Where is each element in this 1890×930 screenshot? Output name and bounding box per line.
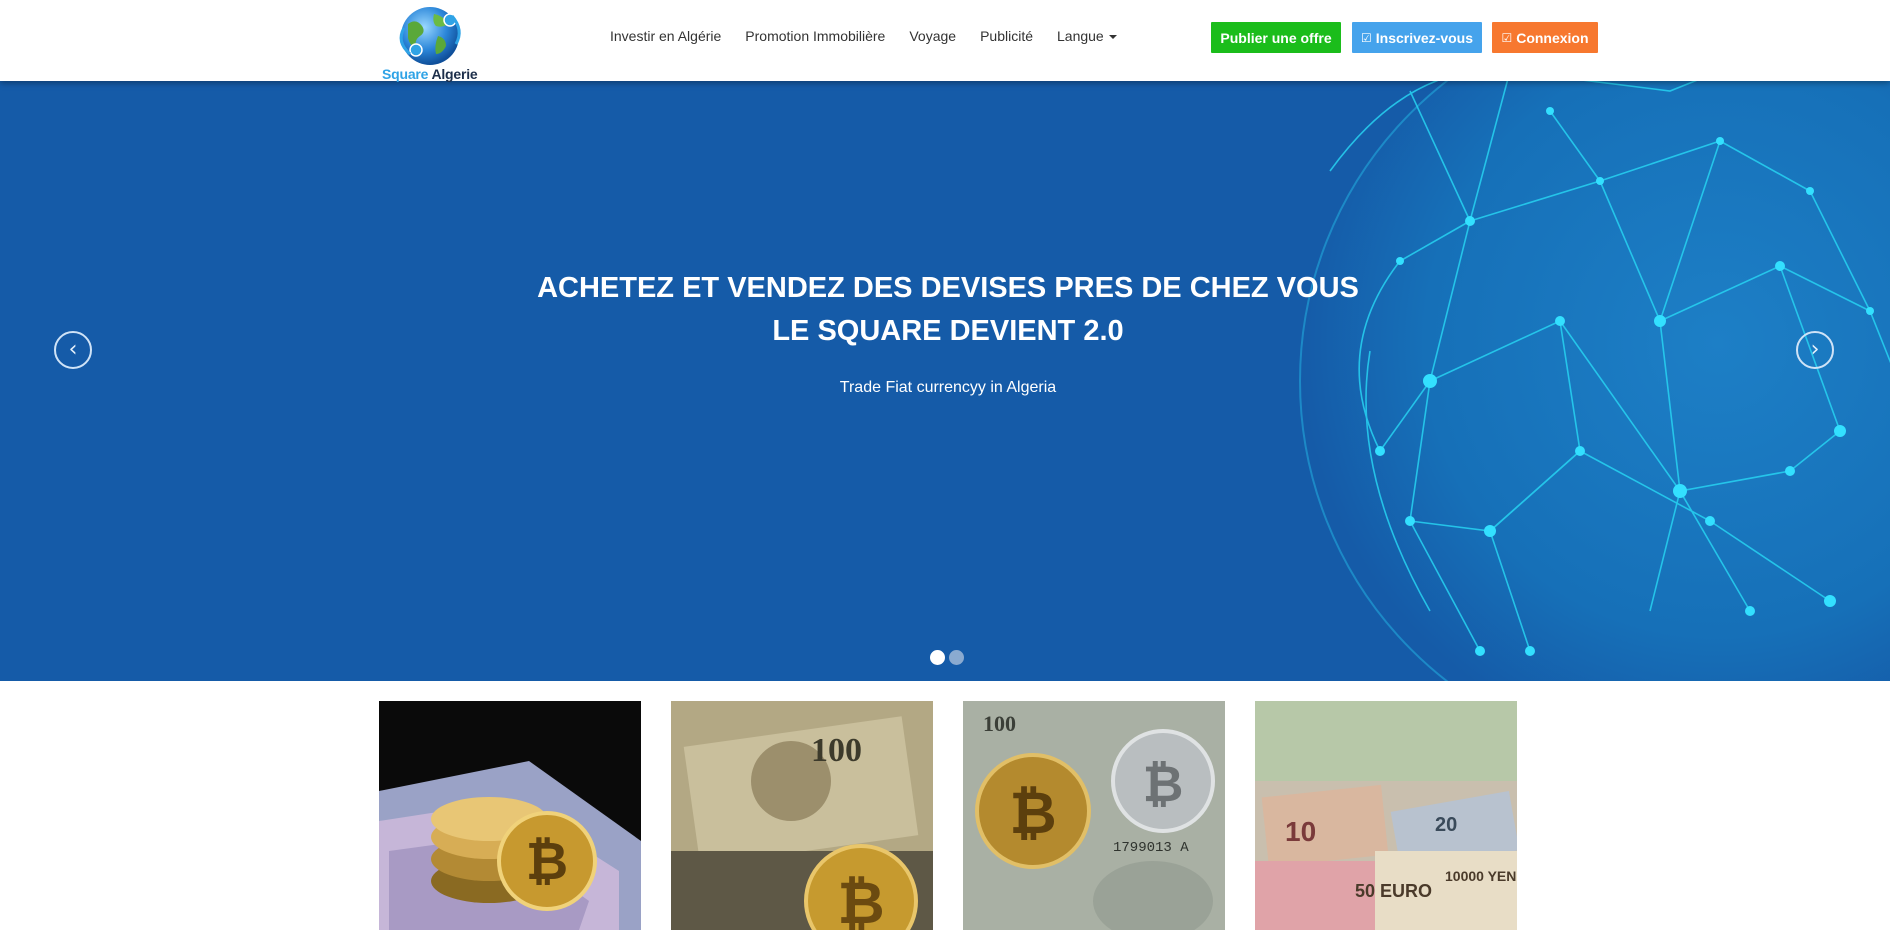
featured-images-row: ₿ 100 ₿ 100 ₿ ₿ 1799013 A 10 20 50 EURO … xyxy=(379,701,1517,930)
chevron-right-icon: › xyxy=(1810,337,1820,362)
nav-investir[interactable]: Investir en Algérie xyxy=(598,28,733,44)
carousel-indicators xyxy=(930,650,964,665)
thumbnail-banknotes-4[interactable]: 10 20 50 EURO 10000 YEN xyxy=(1255,701,1517,930)
globe-logo-icon xyxy=(399,7,461,65)
carousel-indicator-1[interactable] xyxy=(930,650,945,665)
register-label: Inscrivez-vous xyxy=(1375,29,1474,46)
svg-text:1799013 A: 1799013 A xyxy=(1113,840,1189,856)
hero-headline: ACHETEZ ET VENDEZ DES DEVISES PRES DE CH… xyxy=(0,267,1890,353)
logo-word-square: Square xyxy=(382,66,429,82)
login-label: Connexion xyxy=(1516,29,1589,46)
chevron-left-icon: ‹ xyxy=(68,337,78,362)
publish-offer-button[interactable]: Publier une offre xyxy=(1211,22,1341,53)
carousel-prev-button[interactable]: ‹ xyxy=(54,331,92,369)
svg-text:₿: ₿ xyxy=(837,869,884,930)
world-banknotes-image: 10 20 50 EURO 10000 YEN xyxy=(1255,701,1517,930)
bitcoin-dollar-image: 100 ₿ ₿ 1799013 A xyxy=(963,701,1225,930)
hero-subtitle: Trade Fiat currencyy in Algeria xyxy=(839,379,1057,396)
hero-headline-line-1: ACHETEZ ET VENDEZ DES DEVISES PRES DE CH… xyxy=(537,272,1359,304)
nav-langue-label: Langue xyxy=(1057,28,1104,44)
svg-text:100: 100 xyxy=(811,732,862,769)
svg-text:₿: ₿ xyxy=(1143,755,1184,813)
main-menu: Investir en Algérie Promotion Immobilièr… xyxy=(598,28,1129,44)
publish-offer-label: Publier une offre xyxy=(1220,29,1332,46)
svg-text:10: 10 xyxy=(1285,816,1316,847)
nav-promotion-immobiliere[interactable]: Promotion Immobilière xyxy=(733,28,897,44)
thumbnail-bitcoin-cash-1[interactable]: ₿ xyxy=(379,701,641,930)
svg-text:50 EURO: 50 EURO xyxy=(1355,881,1432,901)
thumbnail-bitcoin-dollar-3[interactable]: 100 ₿ ₿ 1799013 A xyxy=(963,701,1225,930)
svg-text:₿: ₿ xyxy=(1009,779,1056,847)
top-navbar: Square Algerie Investir en Algérie Promo… xyxy=(0,0,1890,82)
edit-check-icon: ☑ xyxy=(1501,30,1513,45)
bitcoin-coins-image: ₿ xyxy=(379,701,641,930)
logo-word-algerie: Algerie xyxy=(431,66,478,82)
site-logo[interactable]: Square Algerie xyxy=(380,6,484,82)
thumbnail-bitcoin-dollar-2[interactable]: 100 ₿ xyxy=(671,701,933,930)
logo-wordmark: Square Algerie xyxy=(382,66,478,82)
register-button[interactable]: ☑ Inscrivez-vous xyxy=(1352,22,1482,53)
svg-text:20: 20 xyxy=(1435,814,1457,836)
caret-down-icon xyxy=(1108,35,1117,40)
nav-langue-dropdown[interactable]: Langue xyxy=(1045,28,1129,44)
carousel-indicator-2[interactable] xyxy=(949,650,964,665)
hero-headline-line-2: LE SQUARE DEVIENT 2.0 xyxy=(772,315,1124,347)
svg-text:10000 YEN: 10000 YEN xyxy=(1445,868,1516,884)
nav-voyage[interactable]: Voyage xyxy=(897,28,968,44)
carousel-next-button[interactable]: › xyxy=(1796,331,1834,369)
svg-text:100: 100 xyxy=(983,711,1016,736)
dollar-bitcoin-image: 100 ₿ xyxy=(671,701,933,930)
edit-check-icon: ☑ xyxy=(1360,30,1372,45)
svg-text:₿: ₿ xyxy=(526,832,568,892)
nav-publicite[interactable]: Publicité xyxy=(968,28,1045,44)
login-button[interactable]: ☑ Connexion xyxy=(1492,22,1598,53)
hero-carousel: ACHETEZ ET VENDEZ DES DEVISES PRES DE CH… xyxy=(0,81,1890,681)
